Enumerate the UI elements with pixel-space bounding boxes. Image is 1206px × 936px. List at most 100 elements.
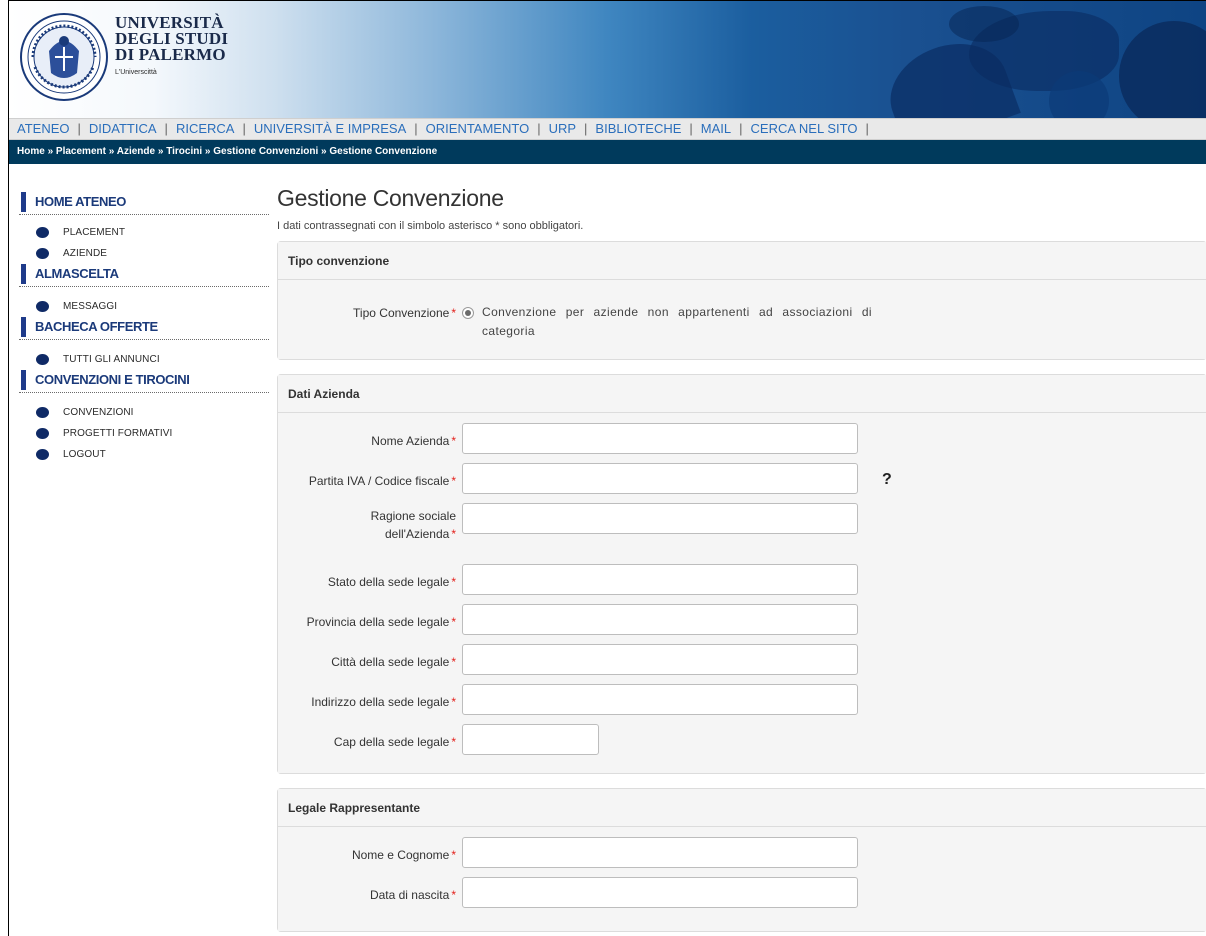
data-nascita-input[interactable] bbox=[462, 877, 858, 908]
banner-decoration bbox=[1119, 21, 1206, 118]
breadcrumb-home[interactable]: Home bbox=[17, 146, 45, 157]
form-row-ragione-sociale: Ragione sociale dell'Azienda * bbox=[278, 503, 1206, 555]
main-content: Gestione Convenzione I dati contrassegna… bbox=[277, 181, 1206, 936]
nav-separator: | bbox=[77, 121, 81, 136]
field-label: Data di nascita * bbox=[278, 877, 462, 904]
field-label: Cap della sede legale * bbox=[278, 724, 462, 751]
tipo-convenzione-radio[interactable] bbox=[462, 307, 474, 319]
breadcrumb-separator: » bbox=[47, 146, 54, 157]
required-asterisk: * bbox=[451, 527, 456, 541]
nav-separator: | bbox=[414, 121, 418, 136]
breadcrumb-separator: » bbox=[321, 146, 327, 157]
breadcrumb-placement[interactable]: Placement bbox=[56, 146, 106, 157]
ragione-sociale-input[interactable] bbox=[462, 503, 858, 534]
nav-link-biblioteche[interactable]: BIBLIOTECHE bbox=[595, 121, 681, 136]
nome-cognome-input[interactable] bbox=[462, 837, 858, 868]
sidebar-item-placement[interactable]: PLACEMENT bbox=[19, 225, 269, 246]
top-navigation: ATENEO | DIDATTICA | RICERCA | UNIVERSITÀ E IM… bbox=[9, 118, 1206, 140]
nav-link-orientamento[interactable]: ORIENTAMENTO bbox=[426, 121, 530, 136]
panel-heading: Legale Rappresentante bbox=[278, 789, 1206, 827]
logo-line: DI PALERMO bbox=[115, 45, 226, 64]
banner-decoration bbox=[949, 6, 1019, 42]
sidebar-section-title: BACHECA OFFERTE bbox=[35, 319, 158, 334]
field-label: Tipo Convenzione * bbox=[278, 300, 462, 341]
nome-azienda-input[interactable] bbox=[462, 423, 858, 454]
form-row-partita-iva: Partita IVA / Codice fiscale * ? bbox=[278, 463, 1206, 494]
nav-link-ricerca[interactable]: RICERCA bbox=[176, 121, 235, 136]
citta-sede-legale-input[interactable] bbox=[462, 644, 858, 675]
form-row-indirizzo: Indirizzo della sede legale * bbox=[278, 684, 1206, 715]
nav-link-cerca-nel-sito[interactable]: CERCA NEL SITO bbox=[751, 121, 858, 136]
form-row-provincia: Provincia della sede legale * bbox=[278, 604, 1206, 635]
bullet-icon bbox=[36, 428, 49, 439]
help-icon[interactable]: ? bbox=[882, 471, 892, 489]
stato-sede-legale-input[interactable] bbox=[462, 564, 858, 595]
sidebar-section-title: ALMASCELTA bbox=[35, 266, 119, 281]
required-asterisk: * bbox=[451, 306, 456, 320]
field-label-text: Indirizzo della sede legale bbox=[311, 695, 450, 709]
nav-link-mail[interactable]: MAIL bbox=[701, 121, 731, 136]
field-label-text: Nome Azienda bbox=[371, 434, 450, 448]
sidebar-item-logout[interactable]: LOGOUT bbox=[19, 447, 269, 468]
sidebar-item-progetti-formativi[interactable]: PROGETTI FORMATIVI bbox=[19, 426, 269, 447]
field-label: Nome e Cognome * bbox=[278, 837, 462, 864]
form-row-cap: Cap della sede legale * bbox=[278, 724, 1206, 755]
provincia-sede-legale-input[interactable] bbox=[462, 604, 858, 635]
university-seal-icon[interactable] bbox=[19, 11, 109, 103]
field-label: Partita IVA / Codice fiscale * bbox=[278, 463, 462, 490]
radio-option-label[interactable]: Convenzione per aziende non appartenenti… bbox=[482, 300, 872, 341]
required-asterisk: * bbox=[451, 848, 456, 862]
required-asterisk: * bbox=[451, 615, 456, 629]
nav-link-universita-impresa[interactable]: UNIVERSITÀ E IMPRESA bbox=[254, 121, 406, 136]
nav-link-didattica[interactable]: DIDATTICA bbox=[89, 121, 157, 136]
nav-separator: | bbox=[865, 121, 869, 136]
required-asterisk: * bbox=[451, 888, 456, 902]
field-label-text: Ragione sociale bbox=[370, 509, 456, 523]
sidebar-item-label: PROGETTI FORMATIVI bbox=[63, 428, 173, 439]
sidebar-section-home-ateneo[interactable]: HOME ATENEO bbox=[19, 181, 269, 215]
form-row-stato: Stato della sede legale * bbox=[278, 564, 1206, 595]
breadcrumb-separator: » bbox=[204, 146, 211, 157]
nav-separator: | bbox=[739, 121, 743, 136]
field-label-text: Provincia della sede legale bbox=[306, 615, 450, 629]
section-marker bbox=[21, 264, 26, 284]
section-marker bbox=[21, 192, 26, 212]
required-asterisk: * bbox=[451, 735, 456, 749]
field-label: Ragione sociale dell'Azienda * bbox=[278, 503, 462, 543]
sidebar-section-bacheca-offerte[interactable]: BACHECA OFFERTE bbox=[19, 306, 269, 340]
bullet-icon bbox=[36, 407, 49, 418]
form-row-data-nascita: Data di nascita * bbox=[278, 877, 1206, 908]
breadcrumb: Home » Placement » Aziende » Tirocini » … bbox=[9, 140, 1206, 164]
indirizzo-sede-legale-input[interactable] bbox=[462, 684, 858, 715]
required-asterisk: * bbox=[451, 474, 456, 488]
sidebar-section-almascelta[interactable]: ALMASCELTA bbox=[19, 253, 269, 287]
breadcrumb-gestione-convenzioni[interactable]: Gestione Convenzioni bbox=[213, 146, 318, 157]
panel-body: Tipo Convenzione * Convenzione per aziend… bbox=[278, 280, 1206, 359]
partita-iva-input[interactable] bbox=[462, 463, 858, 494]
nav-link-urp[interactable]: URP bbox=[549, 121, 576, 136]
sidebar-section-title: CONVENZIONI E TIROCINI bbox=[35, 372, 190, 387]
field-label-text: Stato della sede legale bbox=[327, 575, 450, 589]
sidebar-item-label: LOGOUT bbox=[63, 449, 106, 460]
bullet-icon bbox=[36, 227, 49, 238]
required-asterisk: * bbox=[451, 695, 456, 709]
sidebar-section-title: HOME ATENEO bbox=[35, 194, 126, 209]
page-frame: UNIVERSITÀ DEGLI STUDI DI PALERMO L'Univ… bbox=[8, 0, 1206, 936]
cap-sede-legale-input[interactable] bbox=[462, 724, 599, 755]
nav-separator: | bbox=[537, 121, 541, 136]
field-label-text: Nome e Cognome bbox=[351, 848, 450, 862]
nav-link-ateneo[interactable]: ATENEO bbox=[17, 121, 70, 136]
header-banner: UNIVERSITÀ DEGLI STUDI DI PALERMO L'Univ… bbox=[9, 1, 1206, 118]
breadcrumb-aziende[interactable]: Aziende bbox=[117, 146, 155, 157]
field-label-text: Partita IVA / Codice fiscale bbox=[308, 474, 450, 488]
required-asterisk: * bbox=[451, 575, 456, 589]
breadcrumb-tirocini[interactable]: Tirocini bbox=[166, 146, 202, 157]
sidebar-item-convenzioni[interactable]: CONVENZIONI bbox=[19, 405, 269, 426]
panel-body: Nome Azienda * Partita IVA / Codice fisca… bbox=[278, 413, 1206, 773]
field-label: Stato della sede legale * bbox=[278, 564, 462, 591]
field-label: Indirizzo della sede legale * bbox=[278, 684, 462, 711]
university-logo-text[interactable]: UNIVERSITÀ DEGLI STUDI DI PALERMO L'Univ… bbox=[115, 14, 228, 76]
field-label-text: Cap della sede legale bbox=[333, 735, 450, 749]
field-label: Nome Azienda * bbox=[278, 423, 462, 450]
sidebar-section-convenzioni-tirocini[interactable]: CONVENZIONI E TIROCINI bbox=[19, 359, 269, 393]
